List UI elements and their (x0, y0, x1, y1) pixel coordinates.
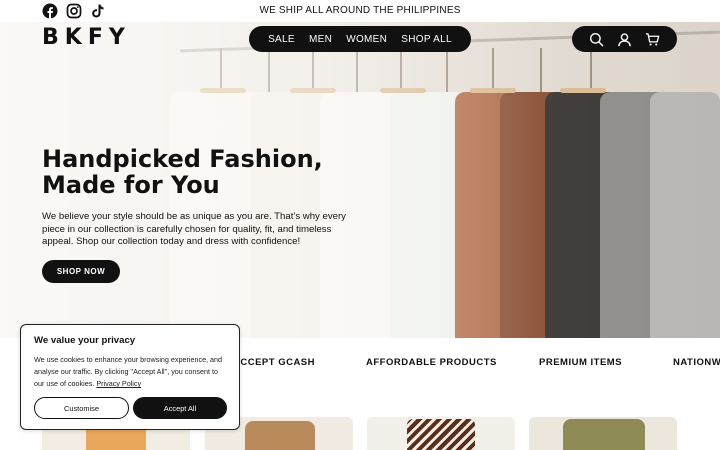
hero-description: We believe your style should be as uniqu… (42, 211, 346, 248)
hero-title-line-2: Made for You (42, 171, 220, 199)
product-card[interactable] (367, 417, 515, 450)
cookie-text: We use cookies to enhance your browsing … (34, 354, 224, 390)
logo-text: BKFY (42, 25, 131, 50)
hero-title-line-1: Handpicked Fashion, (42, 145, 323, 173)
announcement-bar: WE SHIP ALL AROUND THE PHILIPPINES (0, 0, 720, 22)
hero-banner: Handpicked Fashion, Made for You We beli… (0, 22, 720, 338)
search-icon[interactable] (589, 32, 604, 47)
cookie-title: We value your privacy (34, 335, 136, 346)
feature-affordable-products: AFFORDABLE PRODUCTS (366, 357, 497, 368)
page: WE SHIP ALL AROUND THE PHILIPPINES Handp… (0, 0, 720, 450)
customise-button[interactable]: Customise (34, 397, 129, 419)
site-logo[interactable]: BKFY (42, 24, 125, 54)
header-actions (572, 26, 677, 52)
feature-premium-items: PREMIUM ITEMS (539, 357, 623, 368)
shop-now-button[interactable]: SHOP NOW (42, 260, 120, 283)
nav-item-sale[interactable]: SALE (268, 34, 295, 45)
product-image (407, 419, 475, 450)
nav-item-men[interactable]: MEN (309, 34, 332, 45)
main-nav: SALE MEN WOMEN SHOP ALL (249, 26, 471, 52)
announcement-text: WE SHIP ALL AROUND THE PHILIPPINES (259, 5, 461, 16)
privacy-policy-link[interactable]: Privacy Policy (96, 379, 141, 388)
accept-all-button[interactable]: Accept All (133, 397, 227, 419)
nav-item-women[interactable]: WOMEN (346, 34, 387, 45)
account-icon[interactable] (617, 32, 632, 47)
cookie-consent-dialog: We value your privacy We use cookies to … (20, 324, 240, 430)
product-card[interactable] (529, 417, 677, 450)
cookie-buttons: Customise Accept All (34, 397, 227, 419)
hero-title: Handpicked Fashion, Made for You (42, 146, 362, 198)
feature-accept-gcash: ACCEPT GCASH (233, 357, 316, 368)
cart-icon[interactable] (645, 32, 660, 47)
feature-nationwide: NATIONWI (673, 357, 720, 368)
product-image (563, 419, 645, 450)
product-image (245, 421, 315, 450)
nav-item-shop-all[interactable]: SHOP ALL (401, 34, 452, 45)
